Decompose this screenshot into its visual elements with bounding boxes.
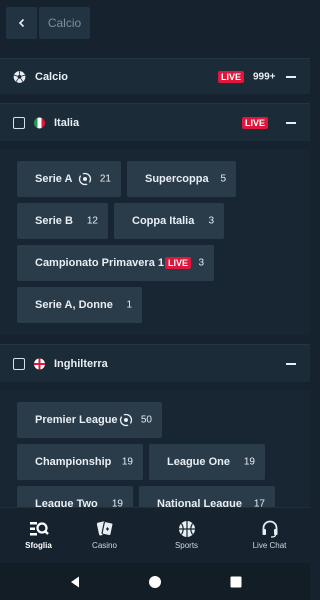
country-title: Italia [54,116,80,129]
league-label: League One [167,456,230,468]
league-count: 12 [86,215,98,227]
country-header-inghilterra[interactable]: Inghilterra [0,344,310,382]
england-flag-icon [34,358,45,369]
collapse-icon[interactable] [286,121,296,124]
league-label: Premier League [35,414,118,426]
headset-icon [262,520,277,538]
system-recents-icon[interactable] [229,575,243,589]
league-chip-serie-b[interactable]: Serie B 12 [17,203,108,239]
sport-title: Calcio [35,70,69,83]
basketball-icon [178,521,195,537]
breadcrumb[interactable]: Calcio [39,7,90,39]
league-chip-premier-league[interactable]: Premier League 50 [17,402,162,438]
league-label: Championship [35,456,112,468]
league-chip-coppa-italia[interactable]: Coppa Italia 3 [114,203,224,239]
league-count: 19 [111,498,123,508]
league-chip-serie-a[interactable]: Serie A 21 [17,161,121,197]
league-label: League Two [35,498,98,507]
nav-label: Sports [174,541,199,550]
chevron-left-icon [18,18,24,28]
collapse-icon[interactable] [286,362,296,365]
system-home-icon[interactable] [148,575,162,589]
top-bar: Calcio [0,0,310,46]
nav-sports[interactable]: Sports [148,508,225,564]
italia-leagues-panel: Serie A 21 Supercoppa 5 Serie B 12 Coppa… [0,149,310,335]
league-chip-supercoppa[interactable]: Supercoppa 5 [127,161,236,197]
italia-checkbox[interactable] [13,116,25,129]
nav-label: Casino [92,541,117,550]
league-count: 19 [243,456,255,468]
nav-casino[interactable]: Casino [66,508,143,564]
league-label: Serie A [35,173,73,185]
nav-label: Live Chat [252,541,287,550]
inghilterra-checkbox[interactable] [13,357,25,370]
live-badge: LIVE [165,257,192,269]
cards-icon [96,521,114,537]
league-count: 5 [220,173,226,185]
league-count: 1 [126,299,132,311]
league-label: Serie B [35,215,73,227]
live-stream-icon [78,172,92,186]
league-chip-serie-a-donne[interactable]: Serie A, Donne 1 [17,287,142,323]
league-chip-league-one[interactable]: League One 19 [149,444,265,480]
bottom-navigation: Sfoglia Casino Sports Live Chat [0,507,310,563]
league-chip-championship[interactable]: Championship 19 [17,444,143,480]
league-label: Supercoppa [145,173,209,185]
league-count: 3 [208,215,214,227]
league-chip-national-league[interactable]: National League 17 [139,486,275,507]
sport-header-calcio[interactable]: Calcio LIVE 999+ [0,58,310,94]
league-count: 21 [99,173,111,185]
league-chip-campionato-primavera-1[interactable]: Campionato Primavera 1 LIVE 3 [17,245,214,281]
italy-flag-icon [34,117,45,128]
inghilterra-leagues-panel: Premier League 50 Championship 19 League… [0,390,310,507]
back-button[interactable] [6,7,37,39]
league-count: 50 [140,414,152,426]
live-stream-icon [119,413,133,427]
live-badge: LIVE [242,116,269,129]
nav-live-chat[interactable]: Live Chat [231,508,308,564]
event-count: 999+ [253,71,276,82]
browse-icon [29,522,49,536]
league-count: 19 [121,456,133,468]
league-label: Campionato Primavera 1 [35,257,164,269]
league-count: 17 [253,498,265,508]
league-label: Coppa Italia [132,215,195,227]
soccer-ball-icon [13,70,26,83]
league-chip-league-two[interactable]: League Two 19 [17,486,133,507]
system-navigation-bar [0,563,310,600]
league-count: 3 [198,257,204,269]
collapse-icon[interactable] [286,75,296,78]
live-badge: LIVE [218,70,245,83]
league-label: National League [157,498,242,507]
league-label: Serie A, Donne [35,299,113,311]
country-header-italia[interactable]: Italia LIVE [0,103,310,141]
country-title: Inghilterra [54,357,108,370]
system-back-icon[interactable] [68,575,82,589]
